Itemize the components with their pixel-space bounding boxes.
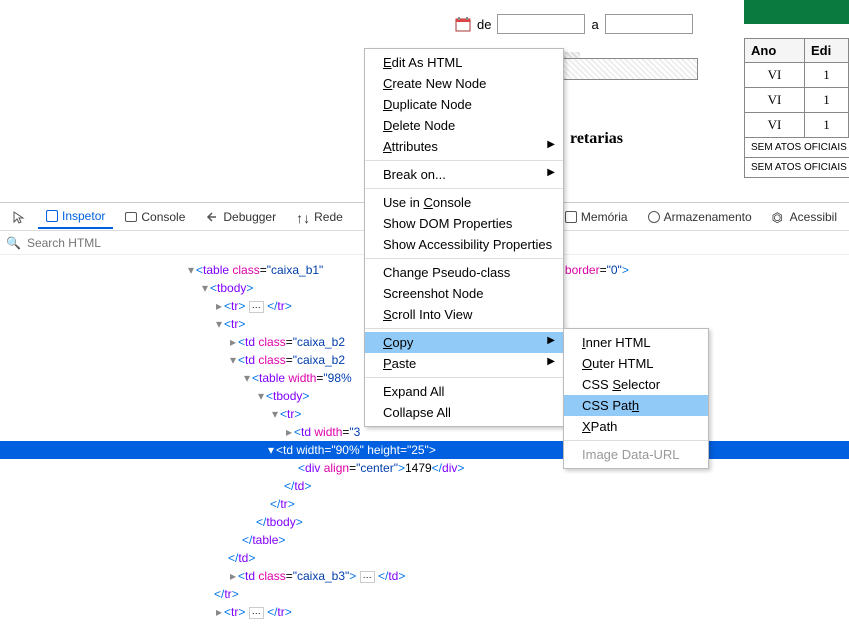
ctx-delete[interactable]: Delete Node: [365, 115, 563, 136]
chevron-right-icon: ▶: [547, 139, 555, 150]
accessibility-icon: ⏣: [772, 210, 786, 224]
ctx-css-path[interactable]: CSS Path: [564, 395, 708, 416]
ctx-collapse-all[interactable]: Collapse All: [365, 402, 563, 423]
label-a: a: [591, 17, 598, 32]
tab-rede[interactable]: ↑↓Rede: [288, 206, 351, 228]
shaded-cell: [558, 58, 698, 80]
search-button[interactable]: [744, 0, 849, 24]
chevron-right-icon: ▶: [547, 335, 555, 346]
label-de: de: [477, 17, 491, 32]
section-heading: retarias: [570, 130, 623, 148]
table-row: SEM ATOS OFICIAIS NE: [745, 158, 849, 178]
ctx-scroll[interactable]: Scroll Into View: [365, 304, 563, 325]
search-icon: 🔍: [6, 236, 21, 250]
ctx-show-dom[interactable]: Show DOM Properties: [365, 213, 563, 234]
debugger-icon: [205, 210, 219, 224]
tab-debugger[interactable]: Debugger: [197, 206, 284, 228]
ctx-show-access[interactable]: Show Accessibility Properties: [365, 234, 563, 255]
pointer-icon: [12, 210, 26, 224]
ctx-css-selector[interactable]: CSS Selector: [564, 374, 708, 395]
table-row: SEM ATOS OFICIAIS NE: [745, 138, 849, 158]
chevron-right-icon: ▶: [547, 356, 555, 367]
chevron-right-icon: ▶: [547, 167, 555, 178]
tab-inspetor[interactable]: Inspetor: [38, 205, 113, 229]
ctx-screenshot[interactable]: Screenshot Node: [365, 283, 563, 304]
selected-dom-node[interactable]: ▾<td width="90%" height="25">: [0, 441, 849, 459]
ctx-attributes[interactable]: Attributes▶: [365, 136, 563, 157]
table-row: VI1: [745, 88, 849, 113]
ctx-copy[interactable]: Copy▶: [365, 332, 563, 353]
date-from-input[interactable]: [497, 14, 585, 34]
tab-armazenamento[interactable]: Armazenamento: [640, 206, 760, 228]
ctx-expand-all[interactable]: Expand All: [365, 381, 563, 402]
ctx-create-node[interactable]: Create New Node: [365, 73, 563, 94]
calendar-icon: [455, 16, 471, 32]
ctx-duplicate[interactable]: Duplicate Node: [365, 94, 563, 115]
copy-submenu[interactable]: Inner HTML Outer HTML CSS Selector CSS P…: [563, 328, 709, 469]
col-edi: Edi: [805, 39, 849, 62]
ctx-edit-html[interactable]: Edit As HTML: [365, 52, 563, 73]
ctx-image-data: Image Data-URL: [564, 444, 708, 465]
ctx-pseudo[interactable]: Change Pseudo-class: [365, 262, 563, 283]
network-icon: ↑↓: [296, 210, 310, 224]
col-ano: Ano: [745, 39, 805, 62]
memory-icon: [565, 211, 577, 223]
ctx-paste[interactable]: Paste▶: [365, 353, 563, 374]
tab-console[interactable]: Console: [117, 206, 193, 228]
ctx-break-on[interactable]: Break on...▶: [365, 164, 563, 185]
ctx-outer-html[interactable]: Outer HTML: [564, 353, 708, 374]
table-row: VI1: [745, 113, 849, 138]
tab-memoria[interactable]: Memória: [557, 206, 636, 228]
table-row: VI1: [745, 63, 849, 88]
ctx-inner-html[interactable]: Inner HTML: [564, 332, 708, 353]
results-table: Ano Edi VI1 VI1 VI1 SEM ATOS OFICIAIS NE…: [744, 38, 849, 178]
date-to-input[interactable]: [605, 14, 693, 34]
inspect-icon: [46, 210, 58, 222]
storage-icon: [648, 211, 660, 223]
console-icon: [125, 212, 137, 222]
context-menu[interactable]: Edit As HTML Create New Node Duplicate N…: [364, 48, 564, 427]
tab-acessibilidade[interactable]: ⏣Acessibil: [764, 206, 845, 228]
picker-button[interactable]: [4, 206, 34, 228]
ctx-use-console[interactable]: Use in Console: [365, 192, 563, 213]
ctx-xpath[interactable]: XPath: [564, 416, 708, 437]
